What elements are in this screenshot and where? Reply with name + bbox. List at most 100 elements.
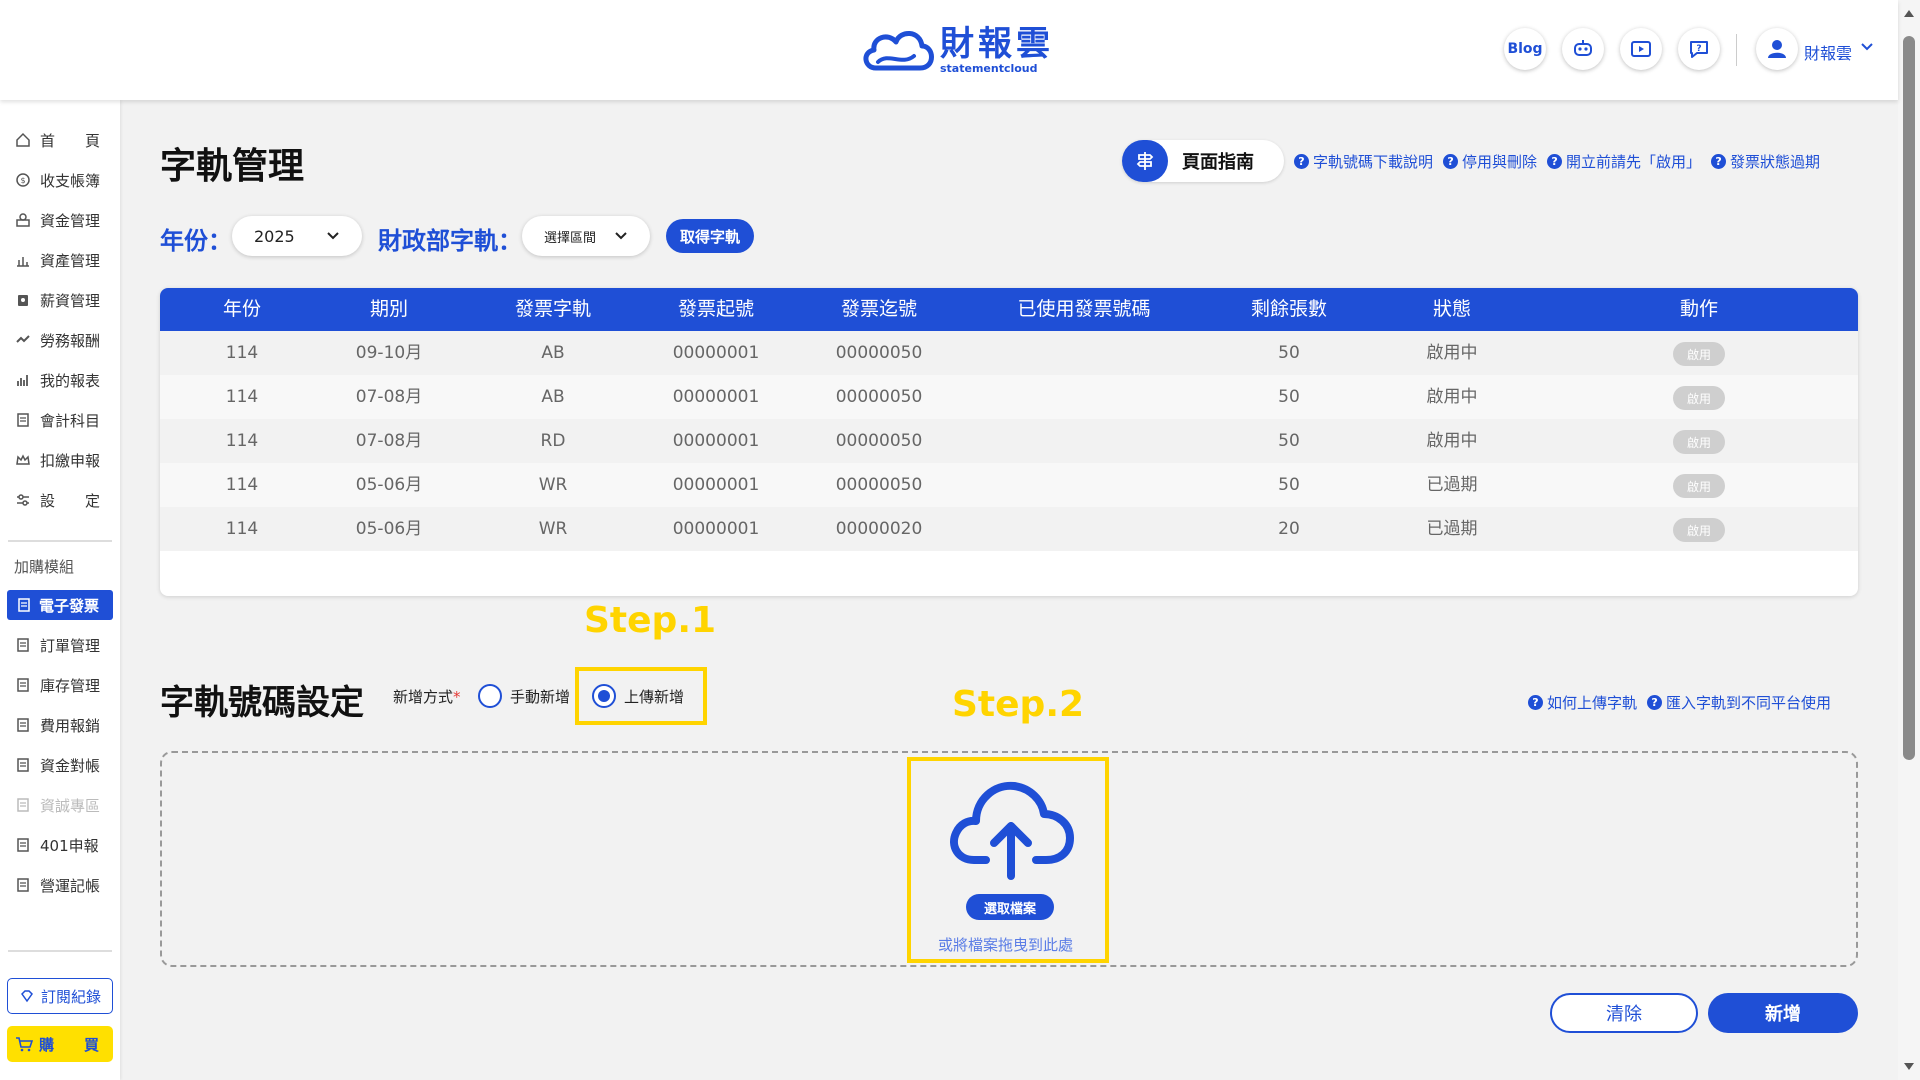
sidebar-item-expenses[interactable]: 費用報銷 bbox=[14, 710, 100, 740]
add-button[interactable]: 新增 bbox=[1708, 993, 1858, 1033]
sidebar-item-label: 我的報表 bbox=[40, 371, 101, 390]
sidebar-item-salary[interactable]: 薪資管理 bbox=[14, 285, 100, 315]
help-link-label: 發票狀態過期 bbox=[1730, 153, 1821, 171]
cell-track: RD bbox=[540, 431, 566, 451]
robot-assistant-button[interactable] bbox=[1562, 28, 1604, 70]
cloud-upload-icon[interactable] bbox=[946, 770, 1076, 882]
chevron-down-icon[interactable] bbox=[1860, 42, 1874, 52]
radio-button[interactable] bbox=[478, 684, 502, 708]
help-link-disable-delete[interactable]: ? 停用與刪除 bbox=[1443, 151, 1537, 172]
help-icon: ? bbox=[1443, 154, 1459, 169]
year-label: 年份： bbox=[160, 227, 232, 255]
sidebar-item-pwc-zone: 資誠專區 bbox=[14, 790, 100, 820]
sidebar-item-home[interactable]: 首 頁 bbox=[14, 125, 100, 155]
svg-text:$: $ bbox=[20, 176, 25, 185]
help-link-how-upload[interactable]: ? 如何上傳字軌 bbox=[1528, 692, 1637, 713]
buy-button[interactable]: 購 買 bbox=[7, 1026, 113, 1062]
sidebar-item-bookkeeping[interactable]: 營運記帳 bbox=[14, 870, 100, 900]
video-tutorial-button[interactable] bbox=[1620, 28, 1662, 70]
help-icon: ? bbox=[1547, 154, 1563, 169]
document-icon bbox=[14, 716, 32, 734]
cell-year: 114 bbox=[225, 475, 259, 495]
enable-button[interactable]: 啟用 bbox=[1673, 474, 1725, 498]
sidebar-item-funds[interactable]: 資金管理 bbox=[14, 205, 100, 235]
sidebar-item-inventory[interactable]: 庫存管理 bbox=[14, 670, 100, 700]
user-avatar[interactable] bbox=[1756, 28, 1798, 70]
sidebar-item-label: 電子發票 bbox=[39, 596, 100, 615]
period-select[interactable]: 選擇區間 bbox=[522, 216, 650, 256]
radio-manual-add[interactable]: 手動新增 bbox=[478, 684, 570, 708]
enable-button[interactable]: 啟用 bbox=[1673, 518, 1725, 542]
handshake-icon bbox=[14, 331, 32, 349]
salary-icon bbox=[14, 291, 32, 309]
get-track-button[interactable]: 取得字軌 bbox=[666, 219, 754, 253]
invoice-icon bbox=[15, 596, 33, 614]
home-icon bbox=[14, 131, 32, 149]
sidebar-item-assets[interactable]: 資產管理 bbox=[14, 245, 100, 275]
scroll-thumb[interactable] bbox=[1903, 36, 1915, 760]
enable-button[interactable]: 啟用 bbox=[1673, 386, 1725, 410]
sidebar-item-reports[interactable]: 我的報表 bbox=[14, 365, 100, 395]
scroll-up-arrow[interactable] bbox=[1904, 10, 1914, 17]
add-mode-text: 新增方式 bbox=[393, 688, 454, 706]
sidebar-item-settings[interactable]: 設 定 bbox=[14, 485, 100, 515]
user-icon bbox=[1768, 40, 1786, 58]
help-link-import-platform[interactable]: ? 匯入字軌到不同平台使用 bbox=[1647, 692, 1831, 713]
sidebar-item-label: 會計科目 bbox=[40, 411, 101, 430]
coin-icon: $ bbox=[14, 171, 32, 189]
document-icon bbox=[14, 756, 32, 774]
column-header: 已使用發票號碼 bbox=[1017, 298, 1151, 320]
cell-period: 05-06月 bbox=[355, 519, 423, 539]
logo[interactable]: 財報雲 statementcloud bbox=[858, 22, 1054, 78]
sidebar-item-ledger[interactable]: $ 收支帳簿 bbox=[14, 165, 100, 195]
document-icon bbox=[14, 796, 32, 814]
cell-start: 00000001 bbox=[672, 519, 760, 539]
choose-file-button[interactable]: 選取檔案 bbox=[966, 894, 1054, 920]
help-link-download[interactable]: ? 字軌號碼下載說明 bbox=[1294, 151, 1433, 172]
cell-end: 00000050 bbox=[835, 475, 923, 495]
enable-button[interactable]: 啟用 bbox=[1673, 342, 1725, 366]
help-link-expired[interactable]: ? 發票狀態過期 bbox=[1711, 151, 1820, 172]
step2-annotation: Step.2 bbox=[952, 684, 1085, 725]
sidebar-item-accounts[interactable]: 會計科目 bbox=[14, 405, 100, 435]
cell-track: WR bbox=[538, 475, 568, 495]
radio-button[interactable] bbox=[592, 684, 616, 708]
sidebar-item-withholding[interactable]: 扣繳申報 bbox=[14, 445, 100, 475]
sidebar-item-einvoice[interactable]: 電子發票 bbox=[7, 590, 113, 620]
help-link-label: 開立前請先「啟用」 bbox=[1566, 153, 1702, 171]
page-scrollbar[interactable] bbox=[1898, 0, 1920, 1080]
table-row: 114 09-10月 AB 00000001 00000050 50 啟用中 啟… bbox=[160, 331, 1858, 375]
page-guide-button[interactable]: 頁面指南 bbox=[1122, 140, 1284, 182]
cell-period: 07-08月 bbox=[355, 431, 423, 451]
document-icon bbox=[14, 676, 32, 694]
support-chat-button[interactable]: ? bbox=[1678, 28, 1720, 70]
sidebar-item-orders[interactable]: 訂單管理 bbox=[14, 630, 100, 660]
top-header: 財報雲 statementcloud Blog ? 財報雲 bbox=[0, 0, 1898, 100]
column-header: 發票迄號 bbox=[840, 298, 918, 320]
sidebar-item-401-filing[interactable]: 401申報 bbox=[14, 830, 99, 860]
header-divider bbox=[1736, 34, 1737, 66]
clear-button[interactable]: 清除 bbox=[1550, 993, 1698, 1033]
year-select[interactable]: 2025 bbox=[232, 216, 362, 256]
sidebar-item-label: 庫存管理 bbox=[40, 676, 101, 695]
sidebar-item-label: 薪資管理 bbox=[40, 291, 101, 310]
sidebar-item-reconciliation[interactable]: 資金對帳 bbox=[14, 750, 100, 780]
logo-title: 財報雲 bbox=[940, 23, 1054, 64]
step1-annotation: Step.1 bbox=[584, 600, 717, 641]
blog-label: Blog bbox=[1507, 41, 1543, 57]
subscription-history-button[interactable]: 訂閱紀錄 bbox=[7, 978, 113, 1014]
cell-year: 114 bbox=[225, 343, 259, 363]
blog-button[interactable]: Blog bbox=[1504, 28, 1546, 70]
radio-label: 手動新增 bbox=[510, 687, 571, 706]
cloud-logo-icon bbox=[863, 31, 934, 71]
logo-subtitle: statementcloud bbox=[940, 61, 1038, 75]
scroll-down-arrow[interactable] bbox=[1904, 1063, 1914, 1070]
radio-upload-add[interactable]: 上傳新增 bbox=[592, 684, 684, 708]
sidebar: 首 頁 $ 收支帳簿 資金管理 資產管理 薪資管理 勞務報酬 我的報表 會計科目… bbox=[0, 100, 120, 1080]
enable-button[interactable]: 啟用 bbox=[1673, 430, 1725, 454]
user-name[interactable]: 財報雲 bbox=[1804, 40, 1852, 64]
sidebar-item-labor[interactable]: 勞務報酬 bbox=[14, 325, 100, 355]
cell-period: 07-08月 bbox=[355, 387, 423, 407]
help-link-enable-first[interactable]: ? 開立前請先「啟用」 bbox=[1547, 151, 1701, 172]
money-icon bbox=[14, 211, 32, 229]
